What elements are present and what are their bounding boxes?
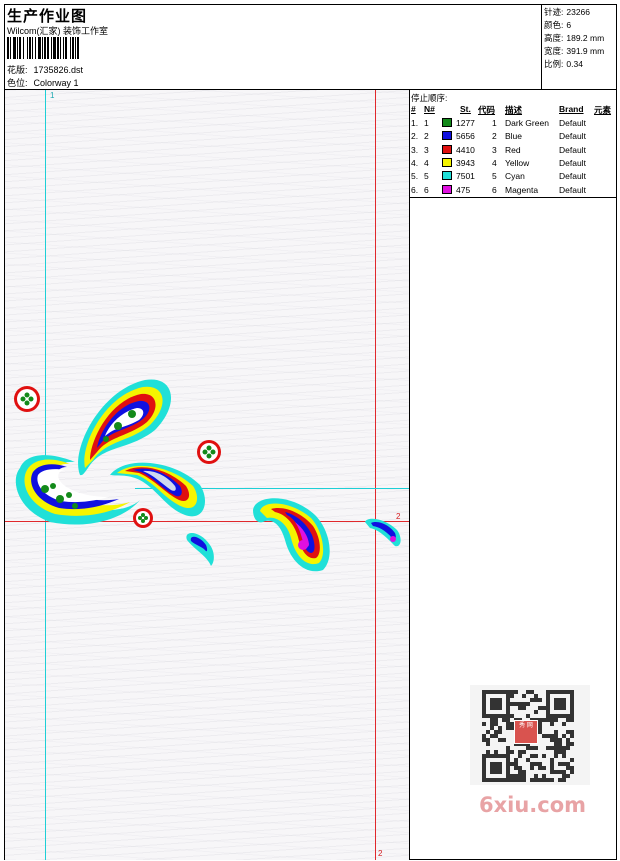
row-description: Red [505,144,521,155]
paisley-far-right [365,518,401,547]
stitch-count-value: 23266 [566,7,591,17]
embroidery-design [14,379,401,572]
row-stitches: 475 [456,184,471,195]
watermark-text: 6xiu.com [479,793,587,817]
qr-code-watermark: 秀 网 [470,685,590,785]
col-brand: Brand [559,104,584,114]
row-index: 6. [411,184,419,195]
row-code: 1 [492,118,497,128]
row-code: 6 [492,184,497,195]
barcode [7,37,143,59]
color-count: 颜色: 6 [544,19,615,32]
paisley-small-drop [186,533,214,566]
row-needle: 4 [424,157,429,168]
row-description: Yellow [505,157,530,168]
stop-sequence-row[interactable]: 2. 2 5656 2 Blue Default [411,130,616,143]
stitch-count: 针迹: 23266 [544,6,615,19]
stop-sequence-row[interactable]: 6. 6 475 6 Magenta Default [411,184,616,197]
color-swatch [442,144,452,154]
stop-sequence-row[interactable]: 3. 3 4410 3 Red Default [411,144,616,157]
header-info: 生产作业图 Wilcom(汇家) 装饰工作室 花版: 1735826.dst 色位… [5,5,541,89]
paisley-right [253,498,330,572]
design-scale-label: 比例: [544,59,564,69]
col-description: 描述 [505,105,523,115]
design-scale: 比例: 0.34 [544,58,615,71]
colorway-value: Colorway 1 [33,78,79,88]
row-stitches: 1277 [456,118,475,128]
row-index: 1. [411,118,419,128]
row-brand: Default [559,118,586,128]
row-description: Cyan [505,171,525,182]
row-brand: Default [559,131,586,142]
color-count-value: 6 [566,20,572,30]
row-description: Blue [505,131,523,142]
design-width-value: 391.9 mm [566,46,605,56]
swirl-paisley-large [15,455,141,525]
stop-sequence-title: 停止顺序: [411,93,448,103]
stitch-count-label: 针迹: [544,7,564,17]
row-description: Dark Green [505,118,549,128]
swirl-paisley-upper [78,379,172,476]
color-swatch [442,184,452,194]
flower-lower [133,508,153,528]
row-needle: 3 [424,144,429,155]
stop-sequence-row[interactable]: 1. 1 1277 1 Dark Green Default [411,117,616,130]
flower-top-left [14,386,40,412]
design-canvas: 1 2 2 [5,90,409,860]
row-stitches: 7501 [456,171,475,182]
colorway-label: 色位: [7,78,28,88]
row-stitches: 3943 [456,157,475,168]
row-description: Magenta [505,184,539,195]
col-needle: N# [424,104,435,114]
row-needle: 2 [424,131,429,142]
design-height: 高度: 189.2 mm [544,32,615,45]
design-file-label: 花版: [7,65,28,75]
row-needle: 6 [424,184,429,195]
design-height-value: 189.2 mm [566,33,605,43]
row-brand: Default [559,157,586,168]
flower-middle [197,440,221,464]
design-width-label: 宽度: [544,46,564,56]
col-code: 代码 [478,105,496,115]
colorway-line: 色位: Colorway 1 [7,76,79,89]
color-swatch [442,157,452,167]
col-index: # [411,104,416,114]
stop-sequence-row[interactable]: 5. 5 7501 5 Cyan Default [411,170,616,183]
row-index: 2. [411,131,419,142]
design-file-line: 花版: 1735826.dst [7,63,83,76]
row-brand: Default [559,171,586,182]
design-scale-value: 0.34 [566,59,583,69]
stop-sequence-row[interactable]: 4. 4 3943 4 Yellow Default [411,157,616,170]
color-swatch [442,131,452,141]
stop-sequence-header: # N# St. 代码 描述 Brand 元素 [411,104,616,116]
color-swatch [442,118,452,127]
design-stats: 针迹: 23266 颜色: 6 高度: 189.2 mm 宽度: 391.9 mm 比例… [541,5,617,89]
row-stitches: 5656 [456,131,475,142]
row-index: 3. [411,144,419,155]
row-brand: Default [559,144,586,155]
color-swatch [442,171,452,181]
design-file-value: 1735826.dst [33,65,84,75]
row-index: 5. [411,171,419,182]
studio-name: Wilcom(汇家) 装饰工作室 [7,26,108,36]
production-sheet: 生产作业图 Wilcom(汇家) 装饰工作室 花版: 1735826.dst 色位… [4,4,617,860]
design-width: 宽度: 391.9 mm [544,45,615,58]
page-title: 生产作业图 [7,8,88,25]
design-height-label: 高度: [544,33,564,43]
row-index: 4. [411,157,419,168]
qr-logo: 秀 网 [514,720,538,744]
row-needle: 5 [424,171,429,182]
color-count-label: 颜色: [544,20,564,30]
panel-divider [410,197,617,198]
row-brand: Default [559,184,586,195]
row-stitches: 4410 [456,144,475,155]
col-element: 元素 [594,105,612,115]
row-code: 2 [492,131,497,142]
row-code: 5 [492,171,497,182]
col-stitches: St. [460,104,471,114]
row-needle: 1 [424,118,429,128]
row-code: 3 [492,144,497,155]
row-code: 4 [492,157,497,168]
